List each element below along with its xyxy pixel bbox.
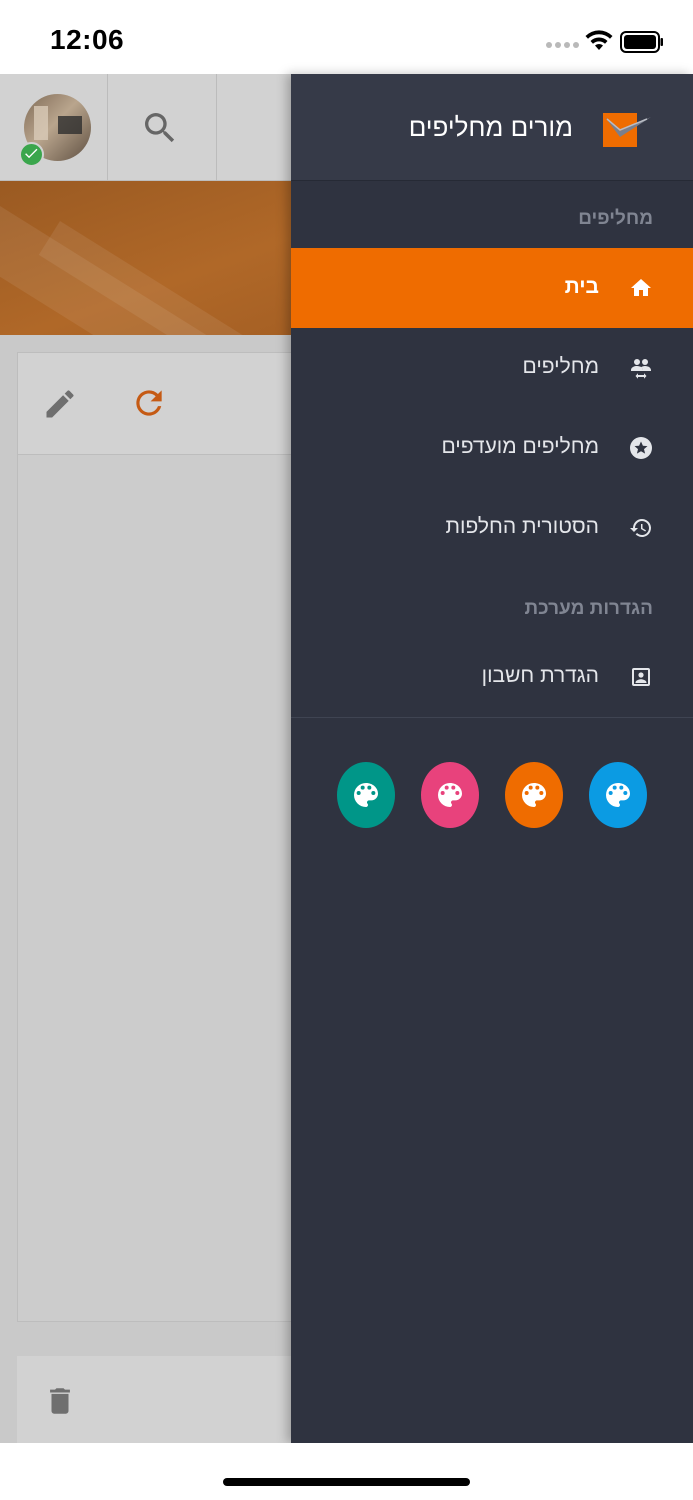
theme-button-blue[interactable] (589, 762, 647, 828)
menu-item-favorite-substitutes[interactable]: מחליפים מועדפים (291, 408, 693, 488)
drawer-header: מורים מחליפים (291, 74, 693, 181)
status-time: 12:06 (50, 24, 125, 55)
navigation-drawer: מורים מחליפים מחליפים בית מחליפים מחליפי… (291, 74, 693, 1443)
palette-icon (606, 783, 630, 807)
app-title: מורים מחליפים (408, 112, 573, 142)
home-indicator-area (0, 1443, 693, 1500)
section-header-substitutes: מחליפים (578, 208, 653, 229)
theme-button-orange[interactable] (505, 762, 563, 828)
menu-item-swap-history[interactable]: הסטורית החלפות (291, 488, 693, 568)
battery-icon (620, 31, 663, 53)
menu-item-home[interactable]: בית (291, 248, 693, 328)
menu-item-label: מחליפים מועדפים (441, 435, 599, 458)
star-circle-icon (630, 437, 652, 459)
section-header-system-settings: הגדרות מערכת (524, 598, 653, 619)
menu-item-label: מחליפים (522, 355, 600, 378)
account-box-icon (632, 668, 650, 686)
home-icon (631, 279, 651, 296)
search-icon[interactable] (140, 108, 180, 148)
trash-icon[interactable] (43, 1382, 77, 1420)
signal-icon (546, 42, 579, 48)
swap-people-icon (631, 359, 651, 379)
verified-check-icon (19, 142, 44, 167)
pencil-icon[interactable] (42, 386, 78, 422)
palette-icon (438, 783, 462, 807)
wifi-icon (585, 30, 613, 50)
menu-item-account-settings[interactable]: הגדרת חשבון (291, 637, 693, 717)
theme-button-teal[interactable] (337, 762, 395, 828)
theme-button-pink[interactable] (421, 762, 479, 828)
home-indicator[interactable] (223, 1478, 470, 1486)
menu-item-label: בית (564, 275, 599, 298)
drawer-divider (291, 717, 693, 718)
menu-item-label: הגדרת חשבון (481, 664, 599, 687)
menu-item-label: הסטורית החלפות (445, 515, 599, 538)
palette-icon (522, 783, 546, 807)
status-bar: 12:06 (0, 0, 693, 74)
menu-item-substitutes[interactable]: מחליפים (291, 328, 693, 408)
refresh-icon[interactable] (130, 384, 168, 422)
history-icon (630, 519, 651, 537)
app-logo-icon (603, 113, 651, 147)
palette-icon (354, 783, 378, 807)
